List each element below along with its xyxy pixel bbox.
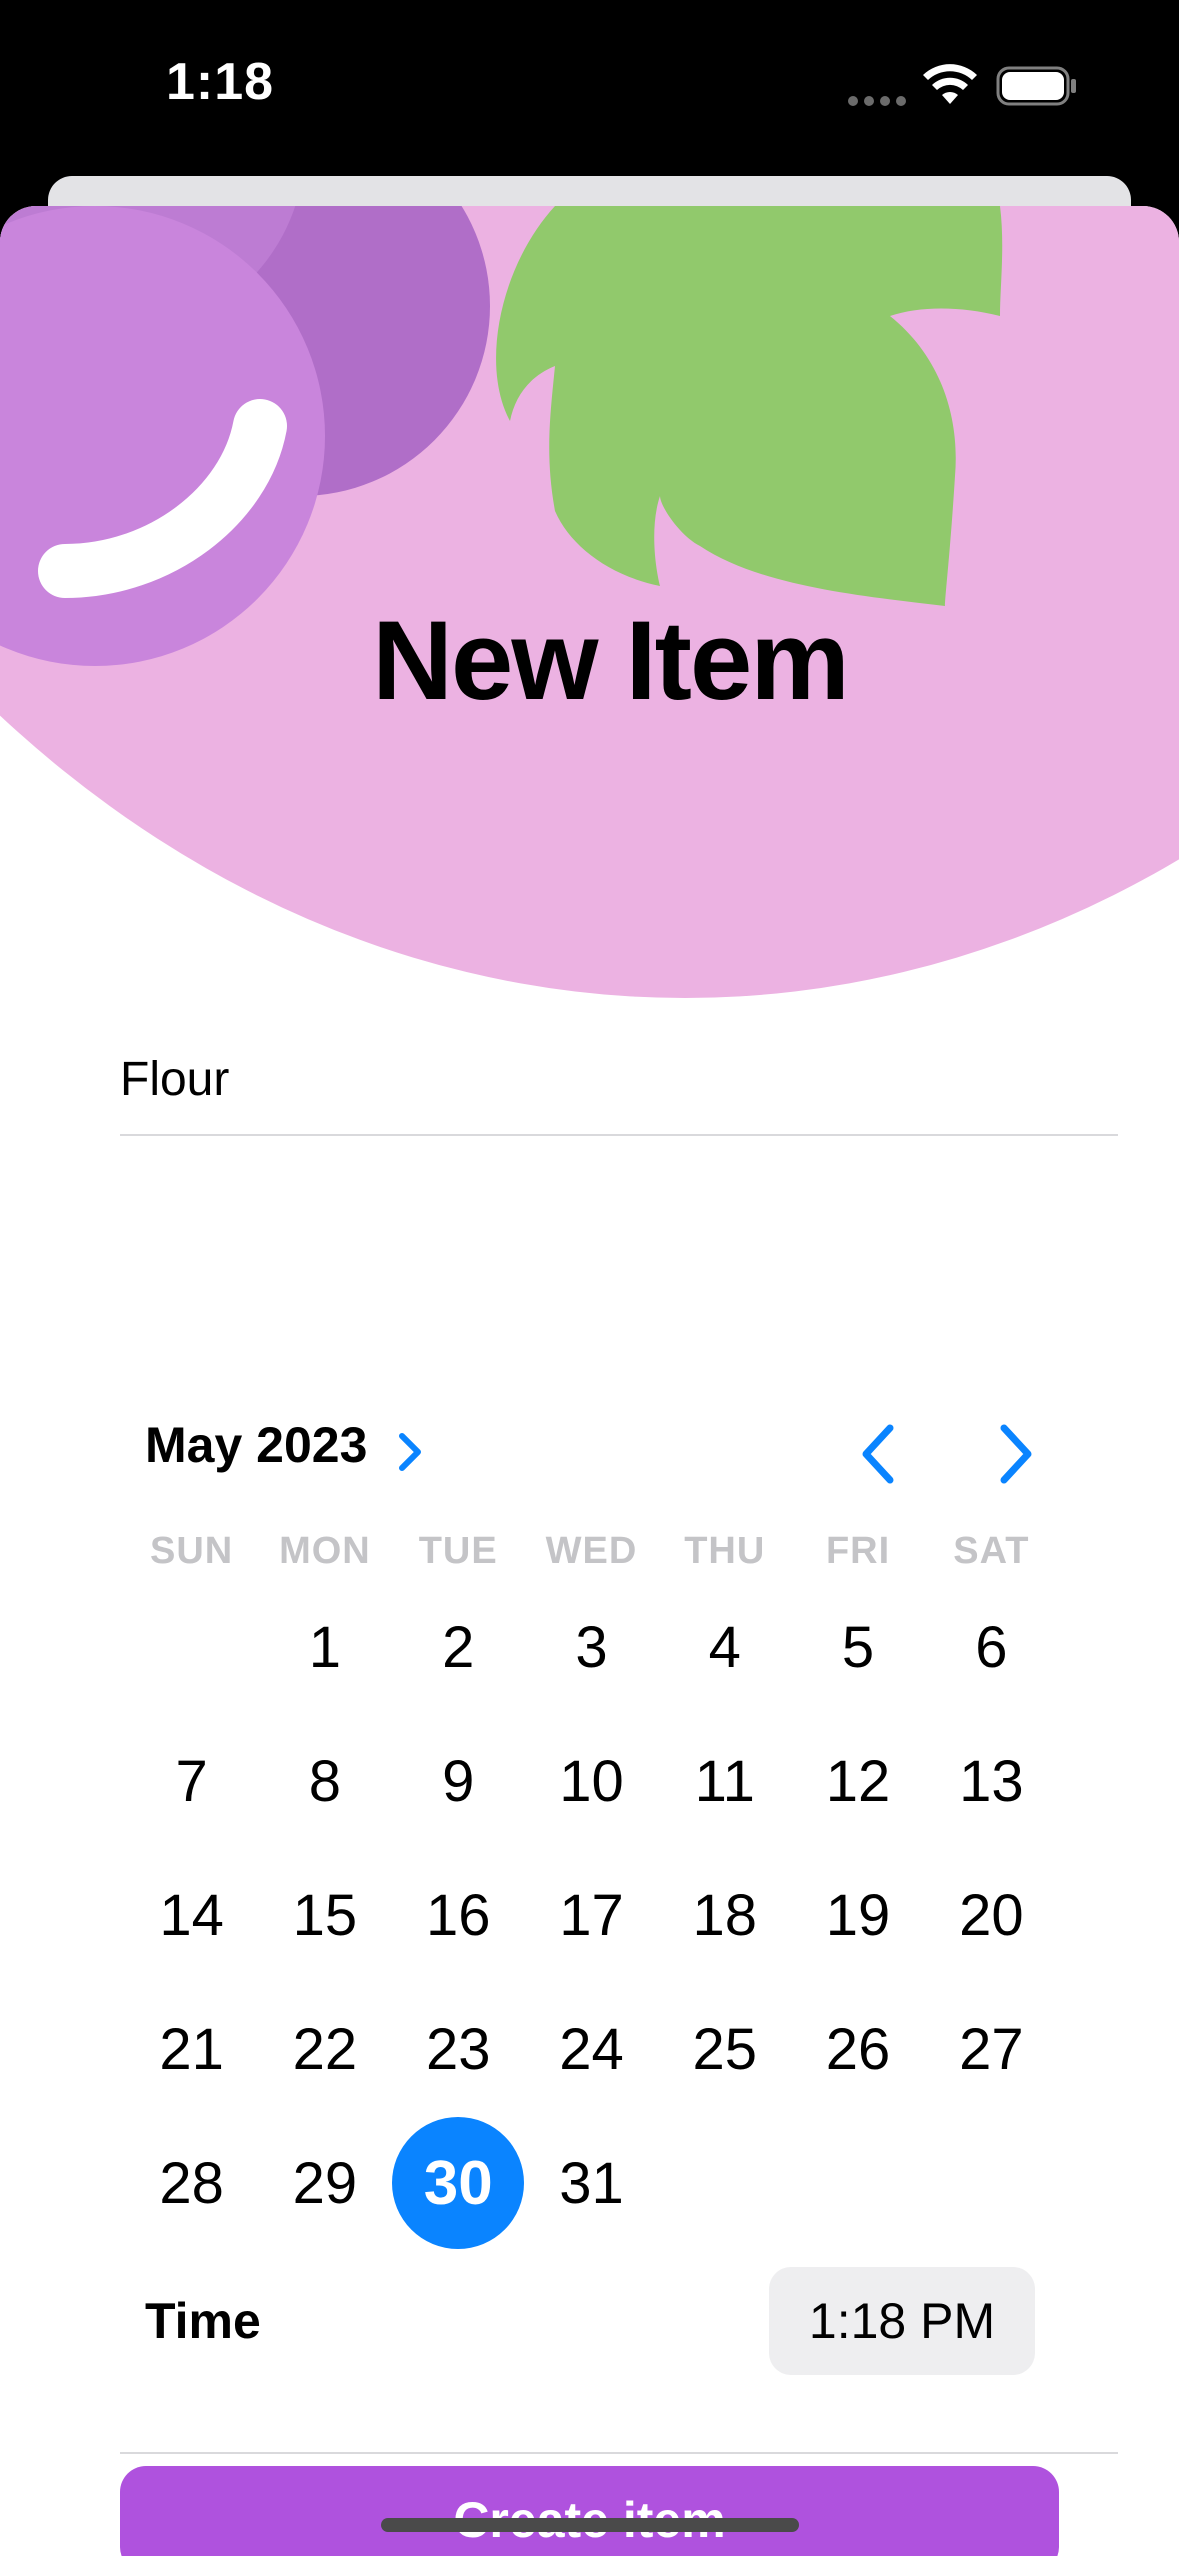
status-bar: 1:18 [0,0,1179,176]
calendar-day-label: 13 [959,1748,1024,1814]
calendar-day-label: 30 [392,2117,525,2249]
calendar-day-label: 16 [425,1882,491,1948]
calendar-day-label: 21 [159,2016,224,2082]
calendar-day[interactable]: 16 [392,1848,525,1982]
previous-month-button[interactable] [846,1416,912,1492]
calendar-day[interactable]: 10 [525,1714,658,1848]
calendar-day[interactable]: 26 [791,1982,924,2116]
calendar-day[interactable]: 7 [125,1714,258,1848]
calendar-day[interactable]: 15 [258,1848,391,1982]
calendar-day-label: 29 [292,2150,358,2216]
calendar-day-label: 14 [159,1882,224,1948]
calendar-day[interactable]: 27 [925,1982,1058,2116]
calendar-day-label: 4 [708,1614,741,1680]
calendar-day-label: 24 [559,2016,624,2082]
calendar-day-label: 17 [559,1882,624,1948]
wifi-icon [923,64,977,104]
divider [120,2452,1118,2454]
next-month-button[interactable] [982,1416,1048,1492]
weekday-label: WED [545,1530,638,1572]
calendar-day-label: 7 [175,1748,208,1814]
calendar-day[interactable]: 18 [658,1848,791,1982]
chevron-right-icon [1000,1424,1032,1484]
chevron-left-icon [862,1424,894,1484]
calendar-day[interactable]: 25 [658,1982,791,2116]
weekday-label: SAT [953,1530,1030,1572]
weekday-header: SUN MON TUE WED THU FRI SAT [125,1530,1058,1578]
calendar-day-label: 9 [442,1748,475,1814]
calendar-day[interactable]: 20 [925,1848,1058,1982]
page-title: New Item [372,598,850,723]
calendar-day-label: 18 [692,1882,758,1948]
calendar-day-label: 25 [692,2016,758,2082]
weekday-label: MON [279,1530,371,1572]
calendar-day-label: 8 [308,1748,342,1814]
battery-icon [996,66,1076,106]
calendar-day[interactable]: 13 [925,1714,1058,1848]
calendar-day-label: 23 [425,2016,491,2082]
calendar-day[interactable]: 28 [125,2116,258,2250]
time-label: Time [145,2293,261,2349]
calendar-day[interactable]: 23 [392,1982,525,2116]
month-year-label[interactable]: May 2023 [145,1416,367,1474]
time-picker-button[interactable]: 1:18 PM [769,2267,1035,2375]
calendar-day[interactable]: 2 [392,1580,525,1714]
calendar-day[interactable]: 11 [658,1714,791,1848]
calendar-day-label: 2 [442,1614,475,1680]
calendar-day[interactable]: 3 [525,1580,658,1714]
calendar-day-label: 26 [825,2016,891,2082]
calendar-day[interactable]: 5 [791,1580,924,1714]
signal-dots-icon [848,96,906,106]
calendar-day-label: 3 [575,1614,608,1680]
calendar-day-label: 11 [694,1748,755,1814]
calendar-days-grid: 1 2 3 4 5 6 7 8 9 10 11 12 13 14 15 16 17 18 19 20 21 22 23 24 2… [125,1580,1058,2250]
calendar-day-empty [125,1580,258,1714]
calendar-day[interactable]: 8 [258,1714,391,1848]
create-item-button[interactable]: Create item [120,2466,1059,2556]
calendar-day-label: 1 [308,1614,342,1680]
calendar-day-label: 20 [959,1882,1024,1948]
calendar-day-label: 5 [841,1614,875,1680]
calendar-day[interactable]: 17 [525,1848,658,1982]
calendar-day[interactable]: 12 [791,1714,924,1848]
calendar-day-label: 6 [975,1614,1008,1680]
weekday-label: SUN [150,1530,234,1572]
calendar-day[interactable]: 9 [392,1714,525,1848]
calendar-day-label: 22 [292,2016,358,2082]
calendar-day[interactable]: 1 [258,1580,391,1714]
calendar-day[interactable]: 19 [791,1848,924,1982]
weekday-label: TUE [418,1530,498,1572]
calendar-day[interactable]: 21 [125,1982,258,2116]
status-time: 1:18 [166,53,275,111]
home-indicator [381,2518,799,2532]
calendar-day[interactable]: 22 [258,1982,391,2116]
calendar-day-label: 31 [559,2150,624,2216]
calendar-day[interactable]: 4 [658,1580,791,1714]
calendar-day[interactable]: 29 [258,2116,391,2250]
item-name-field[interactable] [120,1024,1118,1136]
calendar-day-selected[interactable]: 30 [392,2116,525,2250]
calendar-day[interactable]: 14 [125,1848,258,1982]
calendar-day[interactable]: 24 [525,1982,658,2116]
calendar-day-label: 12 [825,1748,891,1814]
weekday-label: FRI [825,1530,891,1572]
calendar-day-label: 28 [159,2150,224,2216]
calendar-day-label: 19 [825,1882,891,1948]
calendar-day-label: 10 [559,1748,624,1814]
calendar-day-label: 15 [292,1882,358,1948]
calendar-day-label: 27 [959,2016,1024,2082]
new-item-sheet: New Item May 2023 SUN MON TUE WED THU FR… [0,206,1179,2556]
chevron-right-icon[interactable] [396,1430,426,1474]
calendar-day[interactable]: 31 [525,2116,658,2250]
calendar-day[interactable]: 6 [925,1580,1058,1714]
weekday-label: THU [684,1530,766,1572]
